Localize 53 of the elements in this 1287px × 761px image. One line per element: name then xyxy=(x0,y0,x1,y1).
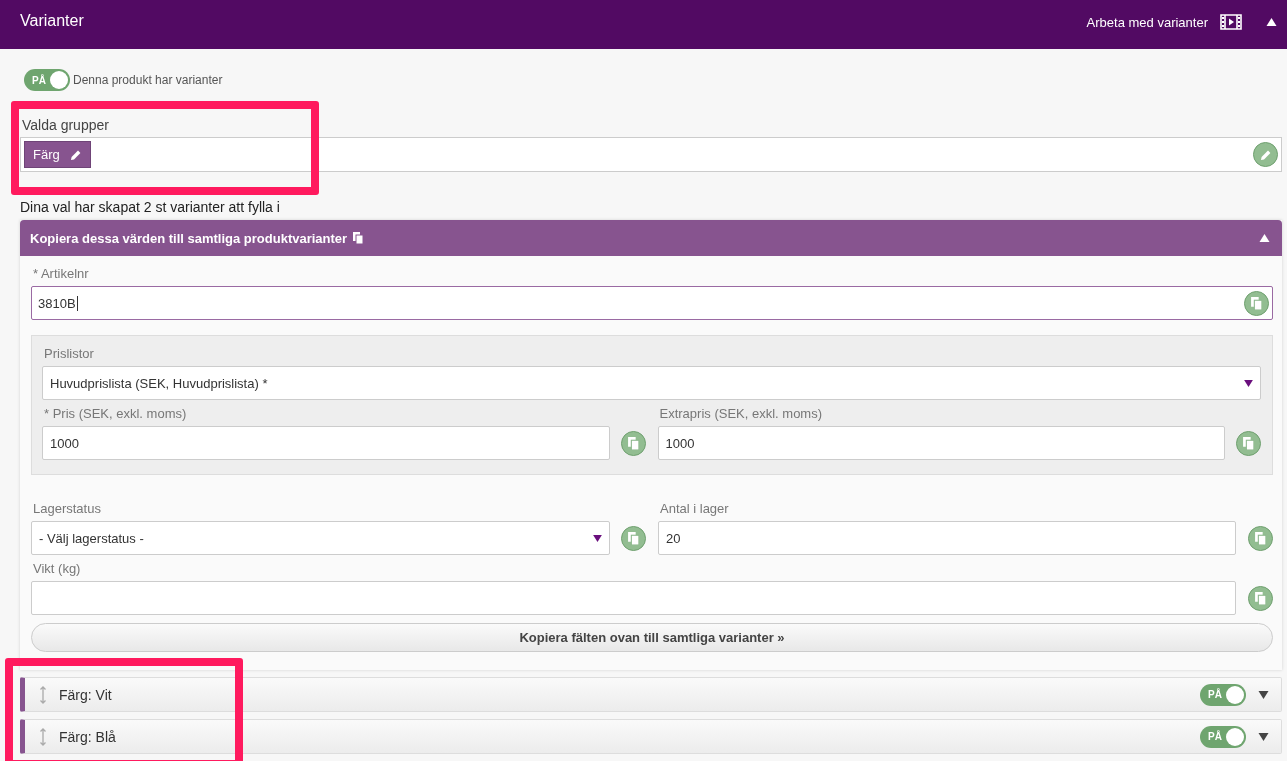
expand-icon[interactable] xyxy=(1258,732,1269,741)
pencil-icon xyxy=(69,148,82,161)
panel-title: Kopiera dessa värden till samtliga produktvarianter xyxy=(30,230,348,246)
pencil-icon xyxy=(1259,148,1272,161)
extra-price-field[interactable]: 1000 xyxy=(657,426,1225,460)
variant-label: Färg: Blå xyxy=(59,728,116,745)
copy-button[interactable] xyxy=(620,430,646,456)
field-label: Antal i lager xyxy=(660,501,730,516)
field-label: Prislistor xyxy=(44,346,95,361)
copy-icon xyxy=(1255,531,1266,545)
variant-row[interactable]: Färg: Blå PÅ xyxy=(20,719,1282,754)
field-label: * Artikelnr xyxy=(33,266,90,281)
copy-button[interactable] xyxy=(1248,585,1273,611)
section-title: Varianter xyxy=(20,11,84,30)
collapse-icon[interactable] xyxy=(1266,18,1277,26)
drag-handle-icon[interactable] xyxy=(39,726,47,747)
dropdown-icon xyxy=(593,534,602,542)
film-icon[interactable] xyxy=(1220,14,1242,30)
field-label: Vikt (kg) xyxy=(33,561,82,576)
field-label: Valda grupper xyxy=(22,117,110,133)
work-with-variants-link[interactable]: Arbeta med varianter xyxy=(1086,14,1208,30)
toggle-label: Denna produkt har varianter xyxy=(73,73,223,87)
copy-icon xyxy=(628,531,639,545)
article-number-field[interactable]: 3810B xyxy=(31,286,1273,320)
drag-handle-icon[interactable] xyxy=(39,684,47,705)
copy-icon xyxy=(353,232,364,244)
copy-button[interactable] xyxy=(1244,290,1269,316)
variant-label: Färg: Vit xyxy=(59,686,112,703)
field-label: Lagerstatus xyxy=(33,501,102,516)
copy-button[interactable] xyxy=(621,525,646,551)
copy-button[interactable] xyxy=(1236,430,1261,456)
copy-button[interactable] xyxy=(1248,525,1273,551)
copy-to-all-button[interactable]: Kopiera fälten ovan till samtliga varianter » xyxy=(31,623,1273,652)
copy-icon xyxy=(1251,296,1262,310)
collapse-icon[interactable] xyxy=(1259,234,1270,242)
field-label: Extrapris (SEK, exkl. moms) xyxy=(659,406,824,421)
dropdown-icon xyxy=(1244,379,1253,387)
stock-quantity-field[interactable]: 20 xyxy=(658,521,1236,555)
copy-icon xyxy=(627,436,639,450)
copy-icon xyxy=(1255,591,1266,605)
price-field[interactable]: 1000 xyxy=(42,426,610,460)
copy-icon xyxy=(1243,436,1254,450)
summary-text: Dina val har skapat 2 st varianter att fylla i xyxy=(20,199,281,215)
panel-header[interactable]: Kopiera dessa värden till samtliga produktvarianter xyxy=(20,220,1282,256)
pricelist-select[interactable]: Huvudprislista (SEK, Huvudprislista) * xyxy=(42,366,1261,400)
groups-field[interactable]: Färg xyxy=(20,137,1282,172)
variant-row[interactable]: Färg: Vit PÅ xyxy=(20,677,1282,712)
expand-icon[interactable] xyxy=(1258,690,1269,699)
edit-button[interactable] xyxy=(1253,142,1278,167)
weight-field[interactable] xyxy=(31,581,1236,615)
field-label: * Pris (SEK, exkl. moms) xyxy=(44,406,188,421)
stock-status-select[interactable]: - Välj lagerstatus - xyxy=(31,521,610,555)
group-tag[interactable]: Färg xyxy=(24,141,91,168)
